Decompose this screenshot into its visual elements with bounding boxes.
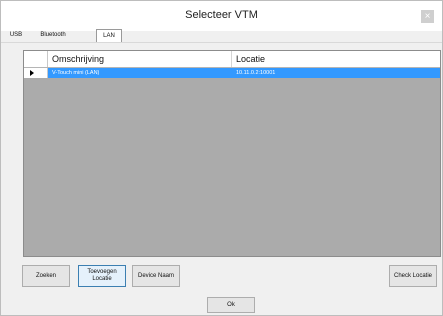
row-indicator[interactable] <box>24 68 48 78</box>
title-bar[interactable]: Selecteer VTM × <box>1 1 442 31</box>
device-grid[interactable]: Omschrijving Locatie V-Touch mini (LAN) … <box>23 50 441 257</box>
zoeken-button[interactable]: Zoeken <box>22 265 70 287</box>
window-title: Selecteer VTM <box>185 9 258 21</box>
table-row[interactable]: V-Touch mini (LAN) 10.11.0.2:10001 <box>24 68 440 78</box>
close-icon[interactable]: × <box>421 10 434 23</box>
tab-usb[interactable]: USB <box>6 29 26 42</box>
tab-bluetooth[interactable]: Bluetooth <box>37 29 69 42</box>
tab-panel-divider <box>1 42 442 43</box>
grid-header: Omschrijving Locatie <box>24 51 440 68</box>
cell-locatie[interactable]: 10.11.0.2:10001 <box>236 68 275 78</box>
check-locatie-button[interactable]: Check Locatie <box>389 265 437 287</box>
dialog-window: Selecteer VTM × USB Bluetooth LAN Omschr… <box>0 0 443 316</box>
column-header-locatie[interactable]: Locatie <box>232 51 438 67</box>
column-header-omschrijving[interactable]: Omschrijving <box>52 51 232 67</box>
cell-omschrijving[interactable]: V-Touch mini (LAN) <box>52 68 99 78</box>
device-naam-button[interactable]: Device Naam <box>132 265 180 287</box>
ok-button[interactable]: Ok <box>207 297 255 313</box>
toevoegen-locatie-button[interactable]: Toevoegen Locatie <box>78 265 126 287</box>
tab-lan[interactable]: LAN <box>96 29 122 43</box>
row-header-corner <box>24 51 48 67</box>
current-row-arrow-icon <box>30 70 34 76</box>
